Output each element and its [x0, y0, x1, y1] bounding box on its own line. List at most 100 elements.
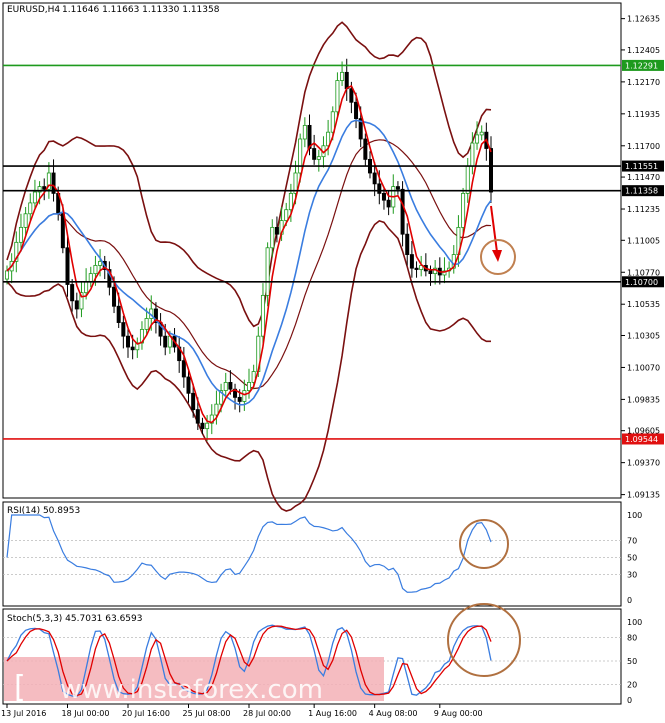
candle-body — [302, 124, 307, 140]
candle-body — [372, 172, 377, 185]
price-tick-label: 1.11470 — [627, 173, 660, 182]
time-tick-label: 1 Aug 16:00 — [308, 709, 357, 718]
candle-body — [121, 322, 126, 337]
candle-body — [42, 186, 47, 190]
candle-body — [74, 300, 79, 310]
candle-body — [395, 186, 400, 190]
candle-body — [23, 213, 28, 228]
candle-body — [126, 335, 131, 348]
candle-body — [144, 318, 149, 330]
candle-body — [381, 192, 386, 201]
candle-body — [18, 226, 23, 243]
price-tick-label: 1.09370 — [627, 459, 660, 468]
candle-body — [298, 138, 303, 174]
candle-body — [237, 396, 242, 402]
osc-tick-label: 20 — [627, 680, 637, 689]
time-tick-label: 20 Jul 16:00 — [122, 709, 170, 718]
candle-body — [163, 335, 168, 348]
candle-body — [340, 71, 345, 81]
candle-body — [228, 382, 233, 390]
osc-tick-label: 0 — [627, 696, 632, 705]
symbol-label: EURUSD,H4 — [7, 5, 60, 15]
candle-body — [316, 156, 321, 160]
osc-tick-label: 70 — [627, 537, 637, 546]
candle-body — [284, 209, 289, 221]
candle-body — [5, 270, 10, 280]
level-tag-label: 1.11358 — [625, 187, 658, 196]
price-tick-label: 1.09835 — [627, 395, 660, 404]
candle-body — [191, 392, 196, 411]
candle-body — [181, 360, 186, 378]
candle-body — [405, 233, 410, 255]
time-tick-label: 9 Aug 00:00 — [434, 709, 483, 718]
level-tag-label: 1.11551 — [625, 162, 658, 171]
price-tick-label: 1.10305 — [627, 331, 660, 340]
level-tag-label: 1.10700 — [625, 278, 658, 287]
candle-body — [409, 254, 414, 269]
time-tick-label: 13 Jul 2016 — [1, 709, 46, 718]
candle-body — [32, 191, 37, 204]
stoch-title: Stoch(5,3,3) 45.7031 63.6593 — [7, 614, 142, 624]
price-tick-label: 1.12170 — [627, 78, 660, 87]
candle-body — [488, 148, 493, 193]
osc-tick-label: 30 — [627, 571, 637, 580]
candle-body — [461, 192, 466, 228]
candle-body — [335, 80, 340, 113]
candle-body — [363, 138, 368, 160]
price-tick-label: 1.11005 — [627, 236, 660, 245]
candle-body — [470, 142, 475, 167]
eurusd-chart: 1.12635 1.12405 1.12170 1.11935 1.11700 1.114… — [0, 0, 665, 723]
price-tick-label: 1.10535 — [627, 300, 660, 309]
candle-body — [88, 273, 93, 283]
candle-body — [312, 148, 317, 160]
candle-body — [200, 422, 205, 430]
candle-body — [414, 267, 419, 270]
osc-tick-label: 50 — [627, 657, 637, 666]
time-tick-label: 18 Jul 00:00 — [62, 709, 110, 718]
osc-tick-label: 50 — [627, 554, 637, 563]
candle-body — [265, 247, 270, 296]
candle-body — [400, 188, 405, 235]
price-tick-label: 1.09135 — [627, 491, 660, 500]
candle-body — [112, 286, 117, 307]
price-tick-label: 1.11935 — [627, 110, 660, 119]
candle-body — [60, 213, 65, 249]
osc-tick-label: 80 — [627, 634, 637, 643]
time-tick-label: 25 Jul 08:00 — [183, 709, 231, 718]
candle-body — [354, 101, 359, 119]
ohlc-label: 1.11646 1.11663 1.11330 1.11358 — [62, 5, 220, 15]
candle-body — [242, 390, 247, 402]
level-tag-label: 1.12291 — [625, 61, 658, 70]
candle-body — [479, 131, 484, 136]
price-tick-label: 1.12635 — [627, 15, 660, 24]
osc-tick-label: 0 — [627, 596, 632, 605]
candle-body — [93, 265, 98, 275]
candle-body — [116, 305, 121, 323]
candle-body — [349, 88, 354, 103]
candle-body — [475, 134, 480, 144]
candle-body — [223, 382, 228, 391]
candle-body — [98, 260, 103, 266]
time-tick-label: 28 Jul 00:00 — [243, 709, 291, 718]
watermark-bracket: [ — [14, 670, 26, 705]
candle-body — [246, 382, 251, 391]
candle-body — [130, 346, 135, 351]
candle-body — [428, 270, 433, 275]
rsi-title: RSI(14) 50.8953 — [7, 506, 80, 516]
rsi-panel-frame — [2, 501, 622, 607]
candle-body — [270, 226, 275, 249]
candle-body — [195, 409, 200, 424]
price-tick-label: 1.10070 — [627, 363, 660, 372]
price-tick-label: 1.11700 — [627, 142, 660, 151]
osc-tick-label: 100 — [627, 511, 642, 520]
candle-body — [65, 247, 70, 285]
candle-body — [260, 294, 265, 337]
candle-body — [274, 226, 279, 235]
time-tick-label: 4 Aug 08:00 — [369, 709, 418, 718]
candle-body — [377, 183, 382, 194]
candle-body — [205, 422, 210, 430]
price-tick-label: 1.11235 — [627, 205, 660, 214]
price-tick-label: 1.10770 — [627, 268, 660, 277]
candle-body — [465, 165, 470, 194]
candle-body — [28, 202, 33, 215]
